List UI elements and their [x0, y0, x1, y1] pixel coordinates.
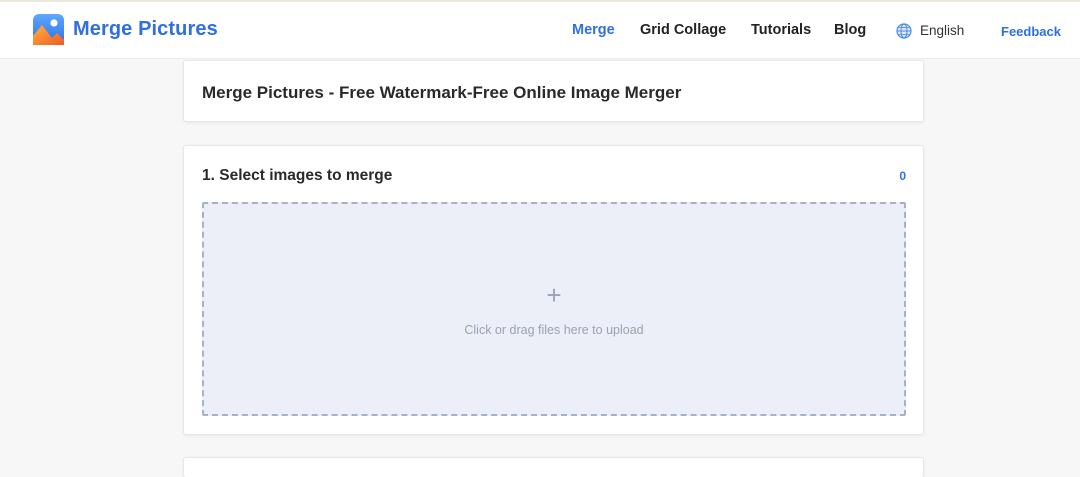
- title-card: Merge Pictures - Free Watermark-Free Onl…: [183, 60, 924, 122]
- section-title: 1. Select images to merge: [202, 167, 393, 184]
- nav-tutorials[interactable]: Tutorials: [751, 22, 811, 38]
- next-card: [183, 457, 924, 477]
- picture-logo-icon[interactable]: [33, 14, 64, 45]
- plus-icon: +: [546, 280, 562, 310]
- upload-hint: Click or drag files here to upload: [464, 323, 644, 337]
- globe-icon: [896, 23, 912, 39]
- site-header: Merge Pictures Merge Grid Collage Tutori…: [0, 2, 1080, 59]
- nav-grid-collage[interactable]: Grid Collage: [640, 22, 726, 38]
- language-label: English: [920, 23, 965, 38]
- brand-name[interactable]: Merge Pictures: [73, 18, 218, 41]
- image-count: 0: [899, 169, 906, 183]
- nav-merge[interactable]: Merge: [572, 22, 615, 38]
- feedback-link[interactable]: Feedback: [1001, 24, 1061, 39]
- page-title: Merge Pictures - Free Watermark-Free Onl…: [202, 83, 682, 102]
- select-images-card: 1. Select images to merge 0 + Click or d…: [183, 145, 924, 435]
- nav-blog[interactable]: Blog: [834, 22, 866, 38]
- upload-dropzone[interactable]: + Click or drag files here to upload: [202, 202, 906, 416]
